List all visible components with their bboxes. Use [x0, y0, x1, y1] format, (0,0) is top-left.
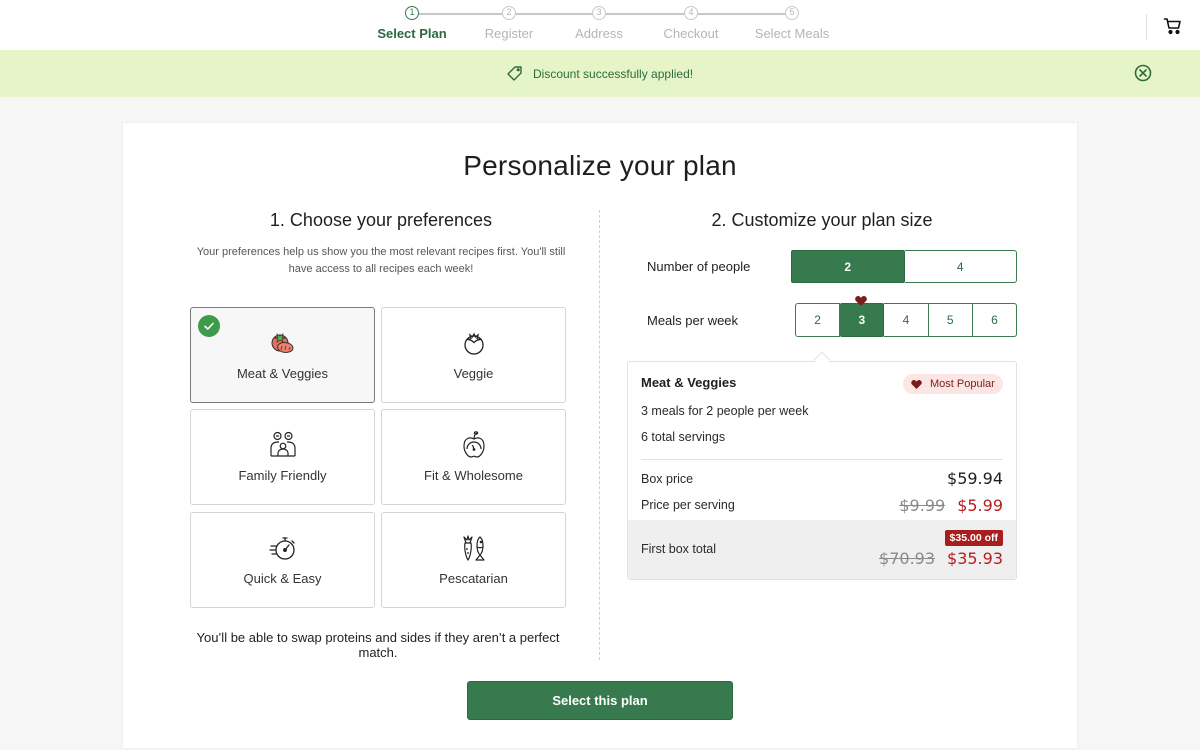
step-label: Checkout — [663, 26, 719, 41]
people-label: Number of people — [647, 259, 751, 274]
meat-veggies-icon — [271, 333, 294, 353]
carrot-fish-icon — [462, 535, 485, 561]
badge-text: Most Popular — [930, 378, 995, 390]
header-divider — [1146, 14, 1147, 40]
preference-meat-veggies[interactable]: Meat & Veggies — [190, 307, 375, 403]
preferences-description: Your preferences help us show you the mo… — [196, 246, 566, 275]
per-serving-discounted: $5.99 — [957, 496, 1003, 515]
preference-label: Quick & Easy — [243, 571, 322, 586]
step-label: Select Plan — [377, 26, 447, 41]
heart-icon — [911, 379, 922, 389]
preference-family-friendly[interactable]: Family Friendly — [190, 409, 375, 505]
cart-icon — [1163, 18, 1181, 35]
summary-servings: 6 total servings — [641, 430, 726, 444]
preference-label: Meat & Veggies — [236, 366, 329, 381]
box-price: $59.94 — [947, 469, 1003, 488]
banner-message: Discount successfully applied! — [506, 65, 693, 82]
most-popular-badge: Most Popular — [903, 374, 1003, 394]
preference-label: Fit & Wholesome — [424, 468, 523, 483]
banner-text: Discount successfully applied! — [533, 66, 694, 81]
page-title: Personalize your plan — [463, 150, 737, 181]
checkout-stepper: 1 Select Plan 2 Register 3 Address 4 Che… — [0, 0, 1200, 50]
preference-fit-wholesome[interactable]: Fit & Wholesome — [381, 409, 566, 505]
select-plan-button[interactable]: Select this plan — [467, 681, 733, 720]
top-header: 1 Select Plan 2 Register 3 Address 4 Che… — [0, 0, 1200, 50]
preference-veggie[interactable]: Veggie — [381, 307, 566, 403]
banner-close-button[interactable] — [1134, 64, 1152, 82]
check-icon — [204, 322, 214, 330]
preference-label: Pescatarian — [439, 571, 508, 586]
swap-note: You’ll be able to swap proteins and side… — [196, 630, 560, 660]
step-number: 4 — [684, 6, 698, 20]
step-select-meals: 5 Select Meals — [737, 6, 847, 41]
tomato-icon — [463, 332, 484, 355]
column-divider — [599, 210, 600, 660]
meals-option-2[interactable]: 2 — [795, 303, 841, 337]
meals-option-4[interactable]: 4 — [884, 303, 929, 337]
stopwatch-icon — [268, 537, 295, 560]
summary-divider — [641, 459, 1003, 460]
first-box-original: $70.93 — [879, 549, 936, 568]
cart-button[interactable] — [1163, 16, 1183, 36]
preference-label: Family Friendly — [238, 468, 327, 483]
meals-selector: 2 3 4 5 6 — [795, 303, 1018, 337]
discount-badge: $35.00 off — [944, 530, 1003, 546]
meals-option-3[interactable]: 3 — [840, 303, 885, 337]
plan-size-title: 2. Customize your plan size — [711, 210, 933, 230]
preference-pescatarian[interactable]: Pescatarian — [381, 512, 566, 608]
apple-scale-icon — [462, 431, 485, 458]
selected-check-badge — [198, 315, 220, 337]
first-box-label: First box total — [641, 542, 717, 556]
people-selector: 2 4 — [791, 250, 1017, 283]
people-option-2[interactable]: 2 — [791, 250, 905, 283]
summary-plan-name: Meat & Veggies — [641, 375, 737, 390]
step-number: 3 — [592, 6, 606, 20]
box-price-label: Box price — [641, 472, 694, 486]
summary-description: 3 meals for 2 people per week — [641, 404, 809, 418]
first-box-price: $70.93 $35.93 — [879, 549, 1003, 568]
first-box-discounted: $35.93 — [947, 549, 1003, 568]
meals-option-6[interactable]: 6 — [972, 303, 1018, 337]
family-icon — [269, 431, 296, 457]
step-select-plan[interactable]: 1 Select Plan — [357, 6, 467, 41]
step-checkout: 4 Checkout — [636, 6, 746, 41]
per-serving-price: $9.99 $5.99 — [899, 496, 1003, 515]
popular-heart-icon — [855, 296, 867, 306]
tag-icon — [507, 66, 522, 81]
step-number: 5 — [785, 6, 799, 20]
step-number: 2 — [502, 6, 516, 20]
per-serving-label: Price per serving — [641, 498, 735, 512]
meals-label: Meals per week — [647, 313, 739, 328]
step-number: 1 — [405, 6, 419, 20]
close-circle-icon — [1134, 64, 1152, 82]
discount-banner: Discount successfully applied! — [0, 50, 1200, 97]
preference-label: Veggie — [453, 366, 494, 381]
preferences-title: 1. Choose your preferences — [269, 210, 493, 230]
meals-option-5[interactable]: 5 — [928, 303, 973, 337]
preference-quick-easy[interactable]: Quick & Easy — [190, 512, 375, 608]
box-price-value: $59.94 — [947, 469, 1003, 488]
per-serving-original: $9.99 — [899, 496, 946, 515]
people-option-4[interactable]: 4 — [904, 250, 1017, 283]
step-label: Select Meals — [754, 26, 830, 41]
